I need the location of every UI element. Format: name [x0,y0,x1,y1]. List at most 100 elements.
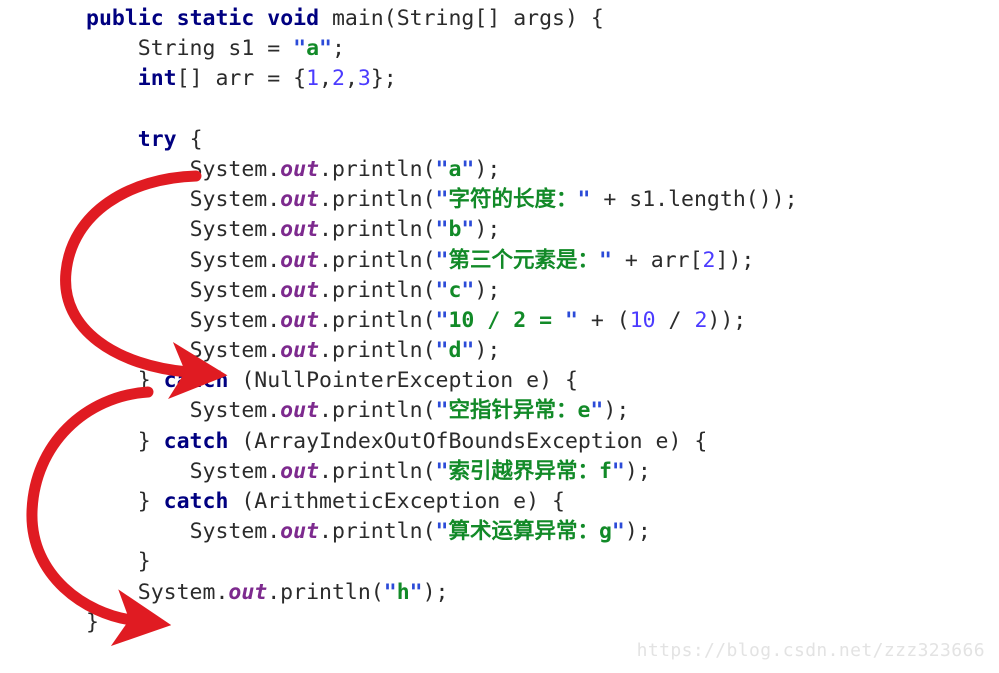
code-canvas: public static void main(String[] args) {… [0,0,999,673]
code-token-str: h [396,579,410,605]
code-token-plain: } [137,428,164,454]
code-token-plain: .println( [319,307,436,333]
code-token-field: out [280,458,320,484]
code-token-plain: .println( [319,217,436,243]
code-token-plain: .println( [319,338,436,364]
code-token-field: out [280,338,320,364]
code-token-plain: System. [189,156,281,182]
code-token-quote: " [590,398,604,424]
code-token-quote: " [598,247,612,273]
code-token-kw: try [137,126,177,152]
code-token-plain: .println( [319,458,436,484]
code-line: } catch (NullPointerException e) { [86,366,798,396]
code-line: System.out.println("索引越界异常：f"); [86,457,798,487]
code-token-quote: " [577,187,591,213]
code-token-plain: }; [370,66,397,92]
code-line: System.out.println("a"); [86,155,798,185]
code-token-quote: " [611,519,625,545]
code-token-plain: ]); [715,247,755,273]
code-token-plain: .println( [319,247,436,273]
code-token-plain: + ( [577,307,630,333]
code-token-plain: } [137,549,151,575]
code-token-field: out [280,307,320,333]
code-line: } [86,608,798,638]
code-token-quote: " [461,217,475,243]
source-watermark: https://blog.csdn.net/zzz323666 [636,640,985,661]
code-line: System.out.println("c"); [86,276,798,306]
code-token-plain: { [176,126,203,152]
code-line: public static void main(String[] args) { [86,4,798,34]
code-token-quote: " [611,458,625,484]
code-token-str: 字符的长度： [448,187,578,213]
code-token-quote: " [435,217,449,243]
code-token-kw: int [137,66,177,92]
code-token-num: 10 [629,307,656,333]
code-token-quote: " [435,277,449,303]
code-line: System.out.println("算术运算异常：g"); [86,517,798,547]
code-token-quote: " [383,579,397,605]
code-token-str: d [448,338,462,364]
code-token-plain: .println( [319,519,436,545]
code-token-quote: " [564,307,578,333]
code-token-plain: .println( [319,398,436,424]
code-token-kw: catch [163,428,229,454]
code-token-quote: " [461,156,475,182]
code-token-quote: " [461,277,475,303]
code-token-str: c [448,277,462,303]
code-line: System.out.println("d"); [86,336,798,366]
code-token-plain: System. [189,338,281,364]
code-token-quote: " [435,307,449,333]
code-token-plain: , [344,66,358,92]
code-token-field: out [228,579,268,605]
code-token-str: a [448,156,462,182]
code-token-plain: System. [189,307,281,333]
code-line: System.out.println("字符的长度：" + s1.length(… [86,185,798,215]
code-token-field: out [280,156,320,182]
code-token-plain: ); [474,338,501,364]
code-token-plain: ); [474,156,501,182]
code-token-quote: " [435,156,449,182]
code-token-field: out [280,247,320,273]
code-token-num: 1 [306,66,320,92]
code-token-plain: .println( [319,156,436,182]
code-token-str: 索引越界异常：f [448,458,612,484]
code-line: } [86,547,798,577]
code-token-plain: System. [189,247,281,273]
code-line: System.out.println("第三个元素是：" + arr[2]); [86,246,798,276]
code-token-quote: " [435,247,449,273]
java-code-block: public static void main(String[] args) {… [86,4,798,638]
code-token-kw: static [176,6,255,31]
code-token-plain: } [137,368,164,394]
code-token-quote: " [435,458,449,484]
code-token-plain: System. [189,398,281,424]
code-token-kw: catch [163,489,229,514]
code-token-field: out [280,519,320,545]
code-token-plain: ); [603,398,630,424]
code-token-plain: ); [422,579,449,605]
code-token-plain: + arr[ [611,247,703,273]
code-line: int[] arr = {1,2,3}; [86,64,798,94]
code-token-field: out [280,398,320,424]
code-token-plain: } [137,489,164,514]
code-line: System.out.println("10 / 2 = " + (10 / 2… [86,306,798,336]
code-token-str: 空指针异常：e [448,398,591,424]
code-token-plain: System. [189,187,281,213]
code-token-quote: " [435,187,449,213]
code-token-quote: " [319,36,332,62]
code-token-plain: System. [189,458,281,484]
code-token-plain: / [655,307,695,333]
